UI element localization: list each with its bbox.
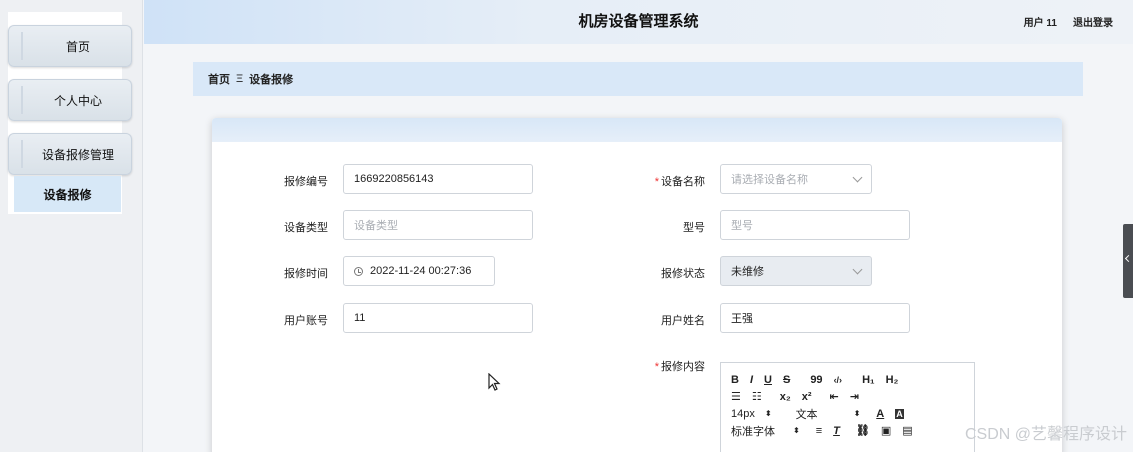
strikethrough-icon[interactable]: S — [783, 374, 790, 386]
card-header — [212, 118, 1062, 142]
background-color-icon[interactable]: A — [895, 408, 904, 419]
text-style-arrows-icon: ⬍ — [853, 409, 861, 418]
repair-no-value: 1669220856143 — [354, 173, 434, 185]
required-mark: * — [654, 361, 659, 373]
device-name-placeholder: 请选择设备名称 — [731, 174, 808, 186]
bullet-list-icon[interactable]: ☷ — [752, 390, 762, 403]
link-icon[interactable]: ⛓ — [856, 424, 870, 437]
clock-icon — [354, 266, 363, 276]
rich-text-editor[interactable]: B I U S 99 ‹/› H₁ H₂ ☰ ☷ x₂ x² ⇤ ⇥ 14px … — [720, 362, 975, 452]
indent-icon[interactable]: ⇥ — [850, 390, 859, 403]
bold-icon[interactable]: B — [731, 374, 739, 386]
repair-no-input[interactable]: 1669220856143 — [343, 164, 533, 194]
sidebar-item-repair-management[interactable]: 设备报修管理 — [8, 133, 132, 175]
chevron-down-icon — [852, 172, 863, 182]
repair-time-value: 2022-11-24 00:27:36 — [370, 265, 472, 277]
repair-time-label: 报修时间 — [284, 268, 328, 280]
device-name-label: * 设备名称 — [615, 173, 705, 189]
model-input[interactable]: 型号 — [720, 210, 910, 240]
sidebar-item-label: 设备报修管理 — [41, 147, 114, 162]
outdent-icon[interactable]: ⇤ — [830, 390, 839, 403]
user-name-input[interactable]: 王强 — [720, 303, 910, 333]
code-block-icon[interactable]: ‹/› — [834, 375, 843, 385]
underline-icon[interactable]: U — [764, 374, 772, 386]
device-name-select[interactable]: 请选择设备名称 — [720, 164, 872, 194]
sidebar-item-home[interactable]: 首页 — [8, 25, 132, 67]
image-icon[interactable]: ▣ — [881, 424, 891, 437]
user-account-value: 11 — [354, 312, 366, 324]
device-name-label-text: 设备名称 — [661, 176, 705, 188]
breadcrumb-separator-icon: Ξ — [236, 73, 244, 85]
editor-toolbar-row-4: 标准字体 ⬍ ≡ T ⛓ ▣ ▤ — [721, 422, 974, 439]
sidebar-item-personal-center[interactable]: 个人中心 — [8, 79, 132, 121]
model-placeholder: 型号 — [731, 220, 753, 232]
sidebar-item-label: 个人中心 — [53, 93, 102, 108]
font-size-arrows-icon: ⬍ — [764, 409, 772, 418]
superscript-icon[interactable]: x² — [802, 391, 812, 403]
user-name-value: 王强 — [731, 313, 753, 325]
device-type-placeholder: 设备类型 — [354, 220, 398, 232]
editor-toolbar-row-2: ☰ ☷ x₂ x² ⇤ ⇥ — [721, 388, 974, 405]
align-icon[interactable]: ≡ — [816, 425, 822, 437]
editor-toolbar-row-3: 14px ⬍ 文本 ⬍ A A — [721, 405, 974, 422]
repair-content-label: * 报修内容 — [615, 358, 705, 374]
repair-status-label: 报修状态 — [661, 268, 705, 280]
model-label: 型号 — [683, 222, 705, 234]
top-header: 机房设备管理系统 用户 11 退出登录 — [144, 0, 1133, 44]
current-user: 用户 11 — [1023, 18, 1057, 29]
watermark: CSDN @艺馨程序设计 — [964, 426, 1127, 443]
app-title: 机房设备管理系统 — [578, 13, 699, 30]
sidebar-item-label: 首页 — [65, 39, 90, 54]
repair-time-picker[interactable]: 2022-11-24 00:27:36 — [343, 256, 495, 286]
user-account-label: 用户账号 — [284, 315, 328, 327]
side-scroll-handle[interactable] — [1123, 224, 1133, 298]
italic-icon[interactable]: I — [750, 374, 753, 386]
device-type-label: 设备类型 — [284, 222, 328, 234]
logout-link[interactable]: 退出登录 — [1073, 14, 1113, 29]
repair-status-select[interactable]: 未维修 — [720, 256, 872, 286]
font-family-select[interactable]: 标准字体 — [731, 423, 775, 439]
repair-no-label: 报修编号 — [284, 176, 328, 188]
heading1-icon[interactable]: H₁ — [862, 374, 875, 386]
font-color-icon[interactable]: A — [876, 408, 884, 420]
breadcrumb-home[interactable]: 首页 — [208, 71, 230, 87]
font-size-select[interactable]: 14px — [731, 408, 755, 420]
user-account-input[interactable]: 11 — [343, 303, 533, 333]
subscript-icon[interactable]: x₂ — [780, 391, 791, 403]
chevron-down-icon — [852, 264, 863, 274]
repair-status-value: 未维修 — [731, 266, 764, 278]
required-mark: * — [654, 176, 659, 188]
breadcrumb-current: 设备报修 — [249, 74, 294, 86]
breadcrumb: 首页 Ξ 设备报修 — [193, 62, 1083, 96]
text-style-select[interactable]: 文本 — [796, 406, 818, 422]
editor-toolbar-row-1: B I U S 99 ‹/› H₁ H₂ — [721, 371, 974, 388]
repair-content-label-text: 报修内容 — [661, 361, 705, 373]
quote-icon[interactable]: 99 — [810, 374, 822, 386]
font-family-arrows-icon: ⬍ — [793, 426, 800, 435]
heading2-icon[interactable]: H₂ — [886, 374, 899, 386]
sidebar: 首页 个人中心 设备报修管理 设备报修 — [0, 0, 143, 452]
device-type-input[interactable]: 设备类型 — [343, 210, 533, 240]
ordered-list-icon[interactable]: ☰ — [731, 390, 741, 403]
sidebar-subitem-device-repair[interactable]: 设备报修 — [14, 176, 121, 212]
clear-format-icon[interactable]: T — [833, 425, 840, 437]
video-icon[interactable]: ▤ — [902, 424, 912, 437]
user-name-label: 用户姓名 — [661, 315, 705, 327]
